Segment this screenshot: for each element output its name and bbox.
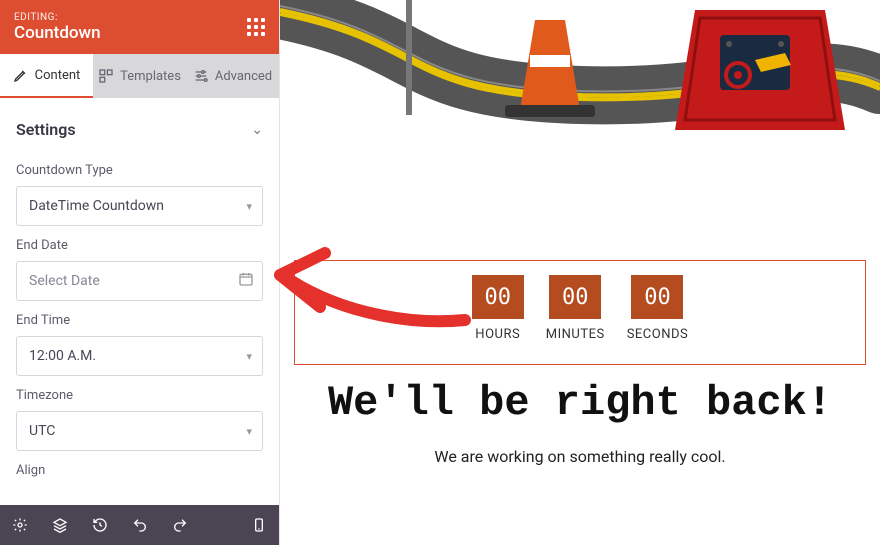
align-label: Align bbox=[16, 463, 263, 478]
history-icon bbox=[92, 517, 108, 533]
page-subtitle: We are working on something really cool. bbox=[280, 447, 880, 466]
timezone-value: UTC bbox=[29, 423, 55, 439]
end-date-label: End Date bbox=[16, 238, 263, 253]
layers-button[interactable] bbox=[40, 505, 80, 545]
caret-down-icon: ▾ bbox=[246, 425, 252, 438]
countdown-seconds-value: 00 bbox=[631, 275, 683, 319]
tab-content-label: Content bbox=[35, 68, 81, 83]
tab-content[interactable]: Content bbox=[0, 54, 93, 98]
pencil-icon bbox=[13, 67, 29, 83]
countdown-minutes: 00 MINUTES bbox=[546, 275, 605, 342]
redo-button[interactable] bbox=[160, 505, 200, 545]
tab-advanced-label: Advanced bbox=[215, 69, 272, 84]
history-button[interactable] bbox=[80, 505, 120, 545]
countdown-type-value: DateTime Countdown bbox=[29, 198, 164, 214]
end-date-placeholder: Select Date bbox=[29, 273, 100, 289]
redo-icon bbox=[172, 517, 188, 533]
timezone-select[interactable]: UTC ▾ bbox=[16, 411, 263, 451]
countdown-hours-label: HOURS bbox=[475, 327, 520, 342]
page-heading: We'll be right back! bbox=[280, 379, 880, 427]
tab-templates[interactable]: Templates bbox=[93, 54, 186, 98]
countdown-hours: 00 HOURS bbox=[472, 275, 524, 342]
calendar-icon bbox=[238, 271, 254, 291]
caret-down-icon: ▾ bbox=[246, 200, 252, 213]
preview-canvas: 00 HOURS 00 MINUTES 00 SECONDS We'll be … bbox=[280, 0, 880, 545]
tab-templates-label: Templates bbox=[120, 69, 181, 84]
editor-sidebar: EDITING: Countdown Content Templates Adv… bbox=[0, 0, 280, 545]
countdown-type-select[interactable]: DateTime Countdown ▾ bbox=[16, 186, 263, 226]
templates-icon bbox=[98, 68, 114, 84]
sidebar-tabs: Content Templates Advanced bbox=[0, 54, 279, 98]
settings-section-toggle[interactable]: Settings ⌄ bbox=[16, 98, 263, 151]
settings-title: Settings bbox=[16, 120, 76, 139]
countdown-minutes-label: MINUTES bbox=[546, 327, 605, 342]
settings-button[interactable] bbox=[0, 505, 40, 545]
sidebar-footer bbox=[0, 505, 279, 545]
sidebar-header: EDITING: Countdown bbox=[0, 0, 279, 54]
countdown-minutes-value: 00 bbox=[549, 275, 601, 319]
construction-sign-icon bbox=[675, 10, 845, 130]
chevron-down-icon: ⌄ bbox=[251, 122, 263, 138]
drag-handle-icon[interactable] bbox=[247, 18, 265, 36]
countdown-type-label: Countdown Type bbox=[16, 163, 263, 178]
layers-icon bbox=[52, 517, 68, 533]
end-date-input[interactable]: Select Date bbox=[16, 261, 263, 301]
countdown-widget[interactable]: 00 HOURS 00 MINUTES 00 SECONDS bbox=[294, 260, 866, 365]
settings-panel: Settings ⌄ Countdown Type DateTime Count… bbox=[0, 98, 279, 505]
undo-icon bbox=[132, 517, 148, 533]
caret-down-icon: ▾ bbox=[246, 350, 252, 363]
editing-label: EDITING: bbox=[14, 12, 101, 23]
road-illustration bbox=[280, 0, 880, 165]
end-time-value: 12:00 A.M. bbox=[29, 348, 96, 364]
end-time-label: End Time bbox=[16, 313, 263, 328]
gear-icon bbox=[12, 517, 28, 533]
undo-button[interactable] bbox=[120, 505, 160, 545]
mobile-icon bbox=[251, 517, 267, 533]
countdown-hours-value: 00 bbox=[472, 275, 524, 319]
timezone-label: Timezone bbox=[16, 388, 263, 403]
countdown-seconds-label: SECONDS bbox=[627, 327, 689, 342]
editing-title: Countdown bbox=[14, 23, 101, 43]
countdown-seconds: 00 SECONDS bbox=[627, 275, 689, 342]
tab-advanced[interactable]: Advanced bbox=[186, 54, 279, 98]
responsive-button[interactable] bbox=[239, 505, 279, 545]
sliders-icon bbox=[193, 68, 209, 84]
end-time-select[interactable]: 12:00 A.M. ▾ bbox=[16, 336, 263, 376]
